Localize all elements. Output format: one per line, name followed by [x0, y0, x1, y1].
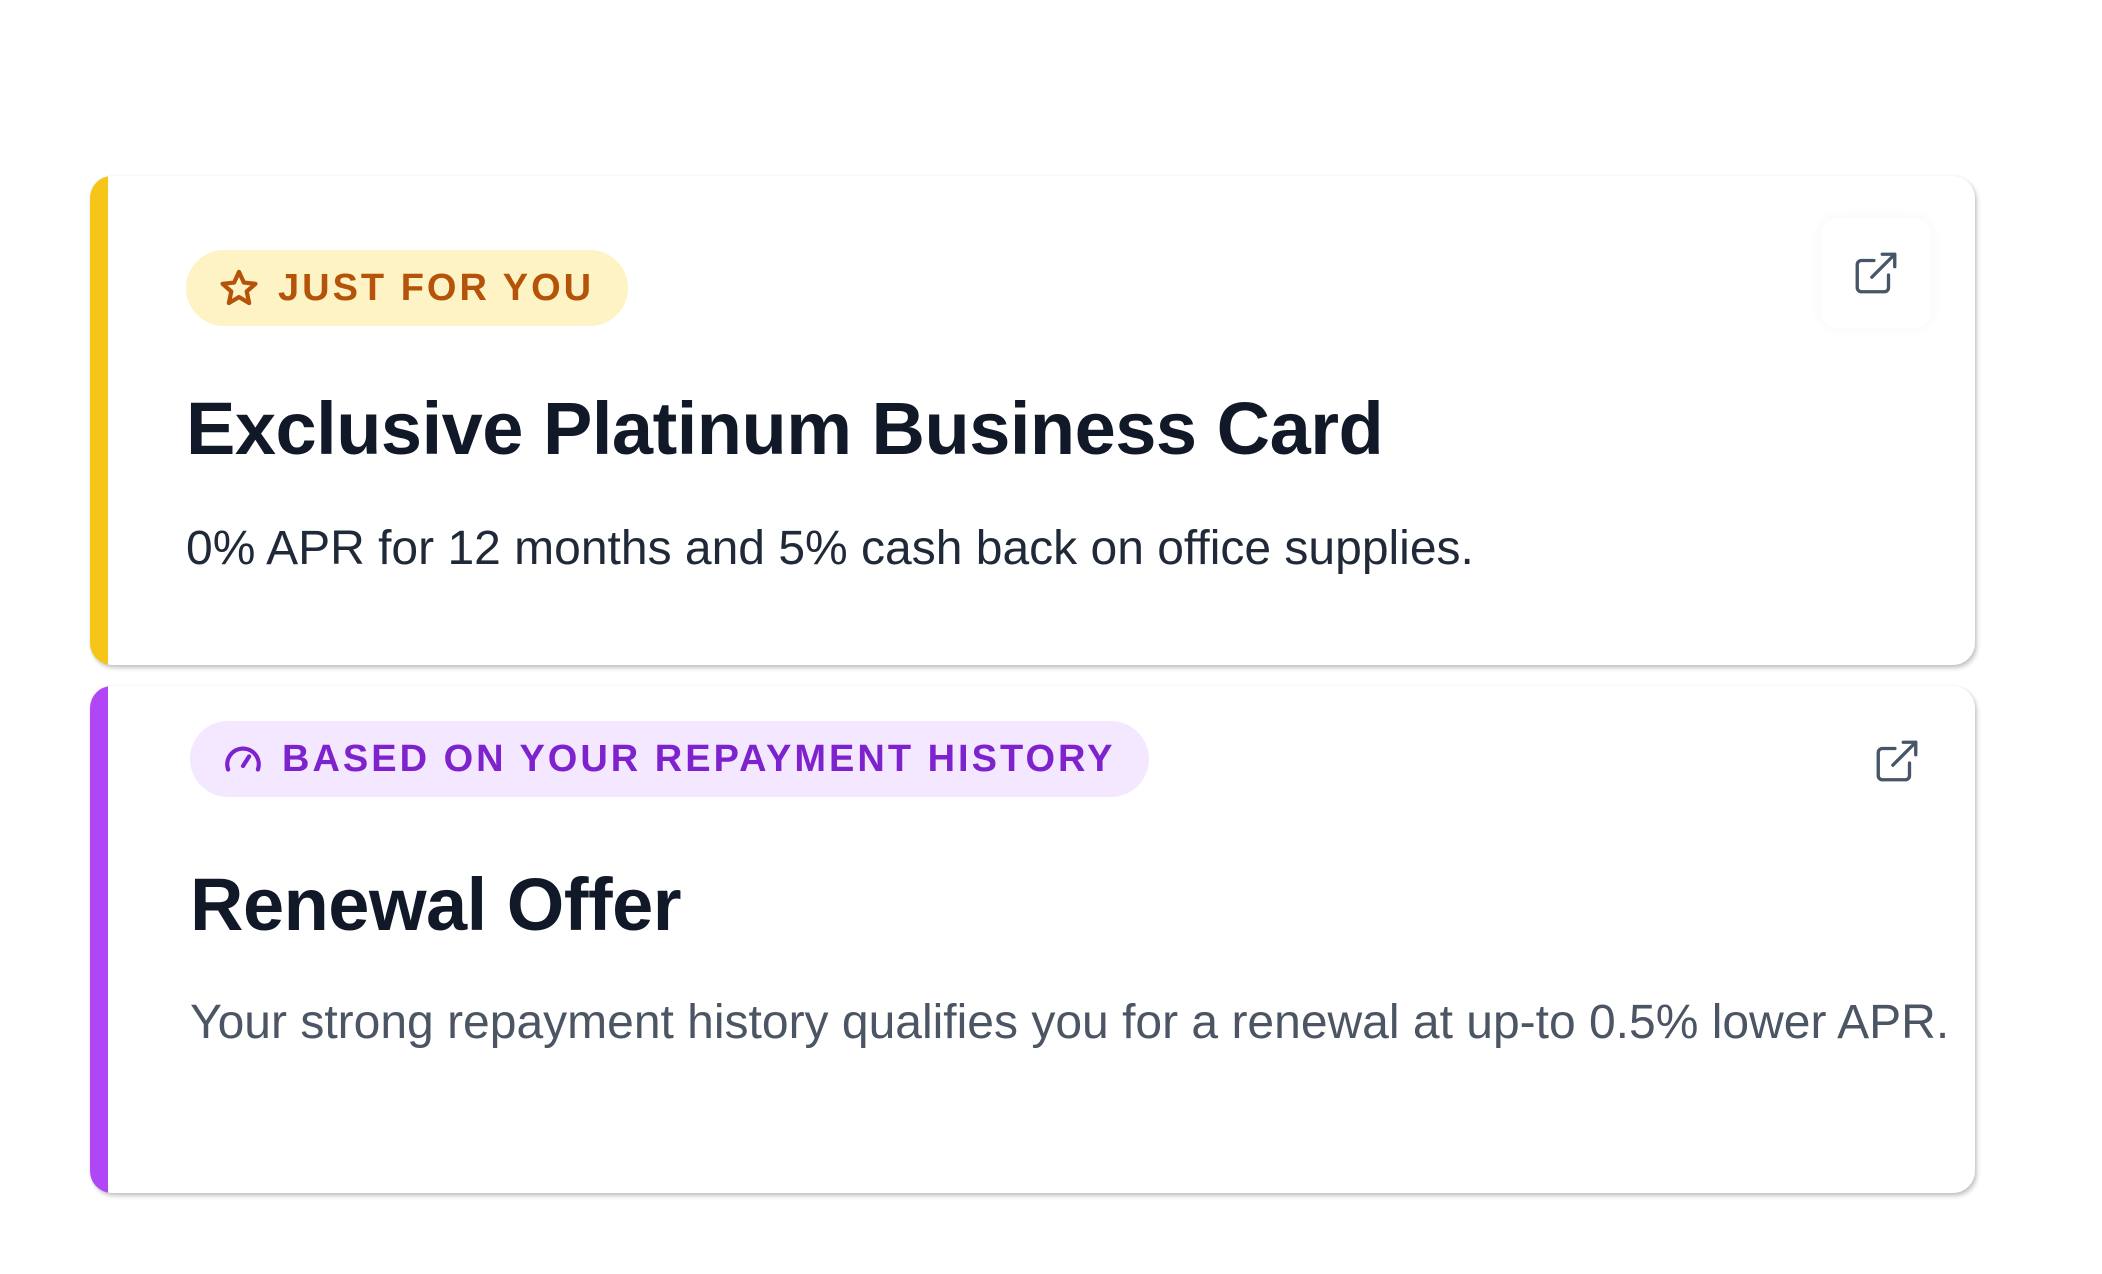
badge-label: BASED ON YOUR REPAYMENT HISTORY [282, 737, 1116, 780]
offer-title: Exclusive Platinum Business Card [186, 387, 1384, 470]
open-offer-button[interactable] [1821, 218, 1931, 328]
offer-description: 0% APR for 12 months and 5% cash back on… [186, 522, 1474, 575]
star-icon [218, 267, 260, 309]
card-accent-bar [90, 686, 108, 1193]
badge-label: JUST FOR YOU [278, 266, 595, 309]
offer-badge: BASED ON YOUR REPAYMENT HISTORY [190, 721, 1150, 797]
card-accent-bar [90, 176, 108, 665]
offer-card-renewal[interactable]: BASED ON YOUR REPAYMENT HISTORY Renewal … [90, 686, 1975, 1193]
offer-badge: JUST FOR YOU [186, 250, 629, 326]
gauge-icon [222, 738, 264, 780]
offer-card-platinum[interactable]: JUST FOR YOU Exclusive Platinum Business… [90, 176, 1975, 665]
external-link-icon [1872, 736, 1922, 786]
offer-title: Renewal Offer [190, 863, 682, 946]
external-link-icon [1851, 248, 1901, 298]
offer-description: Your strong repayment history qualifies … [190, 996, 1950, 1049]
open-offer-button[interactable] [1842, 706, 1952, 816]
